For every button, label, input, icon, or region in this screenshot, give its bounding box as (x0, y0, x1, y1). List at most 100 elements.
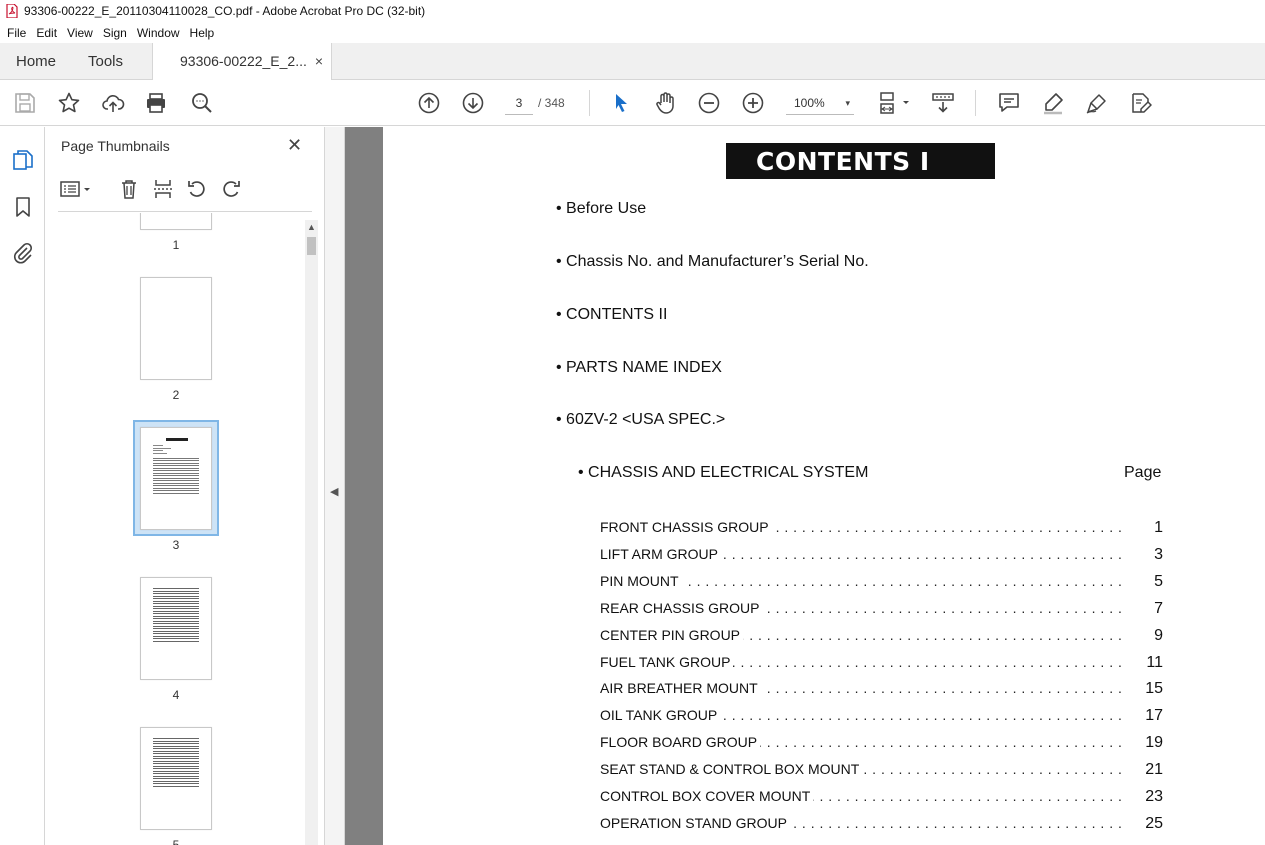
select-cursor-icon[interactable] (608, 90, 634, 116)
toc-entry-page: 11 (1146, 653, 1163, 671)
toc-entry-name: OPERATION STAND GROUP (600, 814, 790, 831)
tab-tools[interactable]: Tools (88, 43, 123, 80)
toc-bullet-item: • CONTENTS II (556, 306, 668, 323)
rotate-counterclockwise-icon[interactable] (184, 176, 210, 202)
attachments-icon[interactable] (10, 240, 36, 266)
tab-document[interactable]: 93306-00222_E_2... × (152, 43, 332, 81)
scrollbar-handle[interactable] (307, 237, 316, 255)
menu-edit[interactable]: Edit (31, 26, 62, 40)
toc-bullet-item: • 60ZV-2 <USA SPEC.> (556, 411, 726, 428)
toc-row: SEAT STAND & CONTROL BOX MOUNT . . . . .… (600, 761, 1163, 779)
comment-icon[interactable] (996, 90, 1022, 116)
print-icon[interactable] (143, 90, 169, 116)
thumbnail-content (153, 738, 201, 788)
upload-cloud-icon[interactable] (100, 90, 126, 116)
menu-file[interactable]: File (2, 26, 31, 40)
fill-sign-icon[interactable] (1084, 90, 1110, 116)
menu-help[interactable]: Help (185, 26, 220, 40)
toc-entry-page: 15 (1145, 680, 1163, 698)
rotate-clockwise-icon[interactable] (218, 176, 244, 202)
toc-row: LIFT ARM GROUP . . . . . . . . . . . . .… (600, 545, 1163, 564)
toc-bullet-item: • Before Use (556, 200, 647, 217)
scroll-up-icon[interactable]: ▲ (307, 222, 316, 232)
extract-page-icon[interactable] (150, 176, 176, 202)
toolbar-separator (589, 90, 590, 116)
hand-tool-icon[interactable] (652, 90, 678, 116)
thumbnail-toolbar (58, 176, 313, 204)
document-tab-label: 93306-00222_E_2... (180, 53, 307, 69)
thumbnail-page-number: 2 (172, 388, 180, 402)
zoom-level-value: 100% (794, 96, 825, 110)
tab-bar: Home Tools 93306-00222_E_2... × (0, 43, 1265, 81)
toc-entry-name: REAR CHASSIS GROUP (600, 599, 763, 616)
toc-entry-page: 19 (1145, 734, 1163, 752)
toc-entry-name: FUEL TANK GROUP (600, 653, 734, 670)
zoom-level-dropdown[interactable]: 100% ▾ (786, 91, 854, 115)
page-thumbnail-selected[interactable] (140, 427, 212, 530)
page-number-input[interactable]: 3 (505, 91, 533, 115)
thumbnail-options-icon[interactable] (58, 176, 94, 202)
tab-home[interactable]: Home (16, 43, 56, 80)
next-page-icon[interactable] (460, 90, 486, 116)
menu-view[interactable]: View (62, 26, 98, 40)
document-viewport[interactable]: CONTENTS Ⅰ • Before Use • Chassis No. an… (345, 127, 1265, 845)
toc-row: FLOOR BOARD GROUP . . . . . . . . . . . … (600, 734, 1163, 752)
toc-entry-name: FRONT CHASSIS GROUP (600, 519, 772, 535)
toc-entry-name: CONTROL BOX COVER MOUNT (600, 788, 814, 804)
acrobat-pdf-icon (6, 3, 18, 19)
title-bar: 93306-00222_E_20110304110028_CO.pdf - Ad… (0, 0, 1265, 22)
thumbnail-page-number: 4 (172, 688, 180, 702)
toc-entry-page: 17 (1145, 707, 1163, 725)
navigation-rail (0, 127, 45, 845)
zoom-in-icon[interactable] (740, 90, 766, 116)
page-column-header: Page (1124, 464, 1162, 481)
page-thumbnail[interactable] (140, 213, 212, 230)
toc-row: OPERATION STAND GROUP . . . . . . . . . … (600, 814, 1163, 833)
menu-sign[interactable]: Sign (98, 26, 132, 40)
chevron-down-icon: ▾ (845, 98, 850, 108)
thumbnail-scrollbar[interactable]: ▲ (305, 220, 318, 845)
page-display-icon[interactable] (876, 90, 912, 116)
toc-entry-name: OIL TANK GROUP (600, 707, 721, 724)
thumbnail-content (153, 438, 201, 495)
toc-row: REAR CHASSIS GROUP . . . . . . . . . . .… (600, 599, 1163, 618)
toc-entry-name: CENTER PIN GROUP (600, 626, 744, 643)
toc-bullet-item: • Chassis No. and Manufacturer’s Serial … (556, 253, 869, 270)
main-toolbar: 3 / 348 100% ▾ (0, 80, 1265, 126)
toc-entry-page: 25 (1145, 814, 1163, 832)
toc-row: FRONT CHASSIS GROUP . . . . . . . . . . … (600, 519, 1163, 537)
toc-section-heading: • CHASSIS AND ELECTRICAL SYSTEM (578, 464, 869, 481)
save-icon[interactable] (12, 90, 38, 116)
page-thumbnail[interactable] (140, 277, 212, 380)
thumbnail-list: 1 2 3 4 5 (58, 213, 306, 845)
menu-window[interactable]: Window (132, 26, 185, 40)
toc-row: OIL TANK GROUP . . . . . . . . . . . . .… (600, 707, 1163, 725)
close-tab-icon[interactable]: × (315, 43, 323, 80)
toc-entry-page: 3 (1154, 545, 1163, 563)
zoom-out-icon[interactable] (696, 90, 722, 116)
previous-page-icon[interactable] (416, 90, 442, 116)
highlight-pen-icon[interactable] (1040, 90, 1066, 116)
toc-bullet-item: • PARTS NAME INDEX (556, 359, 722, 376)
page-thumbnails-icon[interactable] (10, 147, 36, 173)
close-panel-icon[interactable]: ✕ (287, 135, 302, 156)
page-thumbnail[interactable] (140, 577, 212, 680)
star-icon[interactable] (56, 90, 82, 116)
toc-entry-page: 23 (1145, 788, 1163, 805)
thumbnail-page-number: 5 (172, 838, 180, 845)
collapse-panel-icon[interactable]: ◀ (330, 485, 338, 498)
panel-collapse-strip[interactable]: ◀ (325, 127, 345, 845)
toc-entry-name: AIR BREATHER MOUNT (600, 680, 761, 697)
toc-entry-page: 21 (1145, 761, 1163, 779)
menu-bar: File Edit View Sign Window Help (0, 22, 1265, 43)
edit-pdf-icon[interactable] (1128, 90, 1154, 116)
toc-row: FUEL TANK GROUP . . . . . . . . . . . . … (600, 653, 1163, 672)
find-zoom-icon[interactable] (189, 90, 215, 116)
scroll-mode-icon[interactable] (930, 90, 956, 116)
delete-page-icon[interactable] (116, 176, 142, 202)
toc-entry-name: PIN MOUNT (600, 572, 682, 589)
bookmarks-icon[interactable] (10, 194, 36, 220)
page-thumbnail[interactable] (140, 727, 212, 830)
thumbnail-page-number: 1 (172, 238, 180, 252)
toc-entry-page: 5 (1154, 572, 1163, 590)
